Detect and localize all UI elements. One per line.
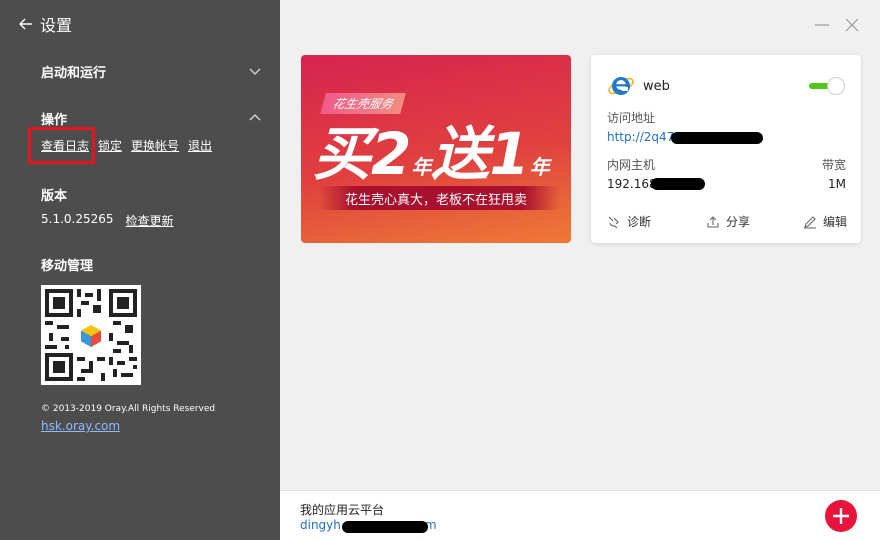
account-start: dingyh xyxy=(300,518,341,532)
main-panel: 花生壳服务 买2年送1年 花生壳心真大，老板不在狂甩卖 web 访问地址 htt… xyxy=(280,0,880,540)
check-update-link[interactable]: 检查更新 xyxy=(126,212,174,229)
ie-logo-icon xyxy=(608,77,634,95)
promo-headline-a: 买2 xyxy=(313,120,412,188)
chevron-down-icon[interactable] xyxy=(248,64,262,78)
access-address-label: 访问地址 xyxy=(607,111,656,125)
redaction-mark xyxy=(651,178,705,190)
lock-link[interactable]: 锁定 xyxy=(98,137,122,154)
diagnose-icon xyxy=(608,216,619,228)
bandwidth-label: 带宽 xyxy=(822,158,847,172)
service-toggle[interactable] xyxy=(809,77,845,95)
promo-subtitle: 花生壳心真大，老板不在狂甩卖 xyxy=(344,193,527,208)
cloud-platform-title: 我的应用云平台 xyxy=(300,503,385,517)
minimize-icon[interactable] xyxy=(813,16,831,34)
settings-title: 设置 xyxy=(40,16,73,35)
settings-sidebar: 设置 启动和运行 操作 查看日志 锁定 更换帐号 退出 版本 5.1.0.252… xyxy=(0,0,280,540)
toggle-knob xyxy=(827,77,845,95)
version-section-title: 版本 xyxy=(41,189,68,204)
add-app-button[interactable] xyxy=(825,500,857,532)
diagnose-button[interactable]: 诊断 xyxy=(607,213,651,230)
edit-icon xyxy=(804,215,816,229)
access-url[interactable]: http://2q47 xyxy=(607,130,674,144)
chevron-up-icon[interactable] xyxy=(248,110,262,124)
intranet-host-value: 192.168 xyxy=(607,177,657,191)
operations-section-title[interactable]: 操作 xyxy=(41,109,67,128)
arrow-left-icon xyxy=(19,18,32,30)
promo-headline-b: 送1 xyxy=(431,120,530,188)
close-icon[interactable] xyxy=(843,16,861,34)
plus-icon xyxy=(833,508,849,524)
share-label: 分享 xyxy=(726,215,751,229)
startup-section-title[interactable]: 启动和运行 xyxy=(41,62,106,81)
service-name: web xyxy=(643,79,670,94)
share-icon xyxy=(707,215,719,228)
intranet-host-label: 内网主机 xyxy=(607,158,656,172)
switch-account-link[interactable]: 更换帐号 xyxy=(131,137,179,154)
promo-banner[interactable]: 花生壳服务 买2年送1年 花生壳心真大，老板不在狂甩卖 xyxy=(301,55,571,243)
edit-button[interactable]: 编辑 xyxy=(803,213,847,230)
mobile-section-title: 移动管理 xyxy=(41,259,94,274)
copyright-text: © 2013-2019 Oray.All Rights Reserved xyxy=(41,404,216,414)
promo-unit-a: 年 xyxy=(411,155,432,179)
version-number: 5.1.0.25265 xyxy=(41,212,114,226)
web-service-card: web 访问地址 http://2q47 内网主机 带宽 192.168 1M … xyxy=(591,55,861,243)
qr-code xyxy=(41,285,141,385)
promo-headline: 买2年送1年 xyxy=(313,107,550,191)
promo-unit-b: 年 xyxy=(529,155,550,179)
back-button[interactable]: 设置 xyxy=(18,12,72,36)
diagnose-label: 诊断 xyxy=(627,215,652,229)
operations-links: 查看日志 锁定 更换帐号 退出 xyxy=(41,137,212,154)
logout-link[interactable]: 退出 xyxy=(188,137,212,154)
version-row: 5.1.0.25265 检查更新 xyxy=(41,212,174,229)
redaction-mark xyxy=(671,132,763,144)
bandwidth-value: 1M xyxy=(828,177,846,191)
qr-code-icon xyxy=(45,289,137,381)
view-log-link[interactable]: 查看日志 xyxy=(41,137,89,154)
redaction-mark xyxy=(342,521,428,533)
cloud-platform-footer: 我的应用云平台 dingyh m xyxy=(280,490,880,540)
edit-label: 编辑 xyxy=(823,215,848,229)
share-button[interactable]: 分享 xyxy=(706,213,750,230)
website-link[interactable]: hsk.oray.com xyxy=(41,419,120,433)
